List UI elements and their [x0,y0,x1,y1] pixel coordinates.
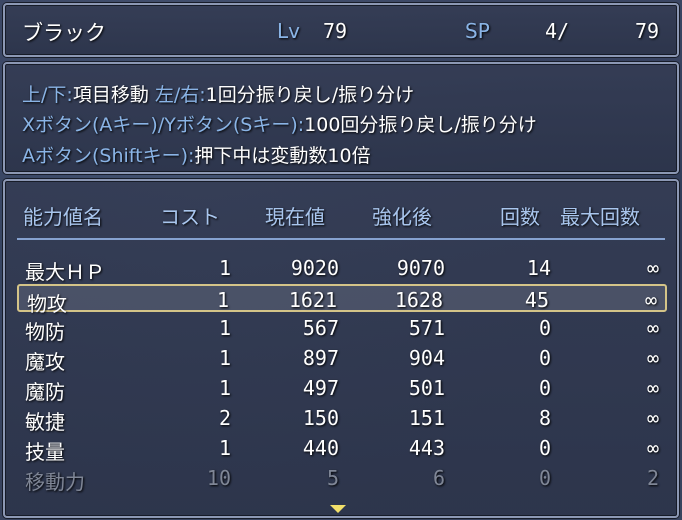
stat-max: ∞ [644,288,657,312]
stat-current: 567 [302,316,339,340]
stat-current: 440 [302,436,339,460]
stat-current: 150 [302,406,339,430]
sp-current: 4/ [545,19,570,43]
help-key-a: Aボタン(Shiftキー): [22,145,195,167]
stat-count: 0 [538,436,551,460]
stat-count: 45 [524,288,549,312]
help-line-2: Xボタン(Aキー)/Yボタン(Sキー):100回分振り戻し/振り分け [22,110,537,137]
stat-after: 443 [408,436,445,460]
help-line-3: Aボタン(Shiftキー):押下中は変動数10倍 [22,141,371,168]
stat-cost: 1 [218,436,231,460]
stat-after: 151 [408,406,445,430]
header-max-count: 最大回数 [560,205,640,229]
stat-count: 14 [526,256,551,280]
stat-cost: 1 [218,346,231,370]
stat-max: ∞ [646,436,659,460]
stat-after: 571 [408,316,445,340]
stat-cost: 1 [218,256,231,280]
stat-name: 魔攻 [25,350,65,374]
help-line-1: 上/下:項目移動 左/右:1回分振り戻し/振り分け [22,80,414,107]
stat-current: 897 [302,346,339,370]
stat-row[interactable]: 魔攻 1 897 904 0 ∞ [17,344,667,374]
stat-row[interactable]: 移動力 10 5 6 0 2 [17,464,667,494]
stat-row[interactable]: 物防 1 567 571 0 ∞ [17,314,667,344]
stat-count: 0 [538,316,551,340]
stat-after: 1628 [394,288,443,312]
level-value: 79 [323,19,348,43]
header-after: 強化後 [372,205,432,229]
stat-current: 1621 [288,288,337,312]
stat-after: 501 [408,376,445,400]
stat-count: 0 [538,346,551,370]
stat-row[interactable]: 物攻 1 1621 1628 45 ∞ [17,284,667,316]
stat-max: ∞ [646,256,659,280]
level-label: Lv [277,19,300,43]
stat-cost: 1 [218,316,231,340]
stat-allocation-window: 能力値名 コスト 現在値 強化後 回数 最大回数 最大ＨＰ 1 9020 9070 14… [3,179,679,518]
help-text-hundred: 100回分振り戻し/振り分け [304,114,537,136]
stat-cost: 10 [206,466,231,490]
status-header-window: ブラック Lv 79 SP 4/ 79 [3,3,679,57]
help-text-move: 項目移動 [72,84,155,106]
sp-max: 79 [635,19,660,43]
stat-after: 904 [408,346,445,370]
stat-name: 物攻 [27,292,67,316]
header-current: 現在値 [265,205,325,229]
help-key-xy: Xボタン(Aキー)/Yボタン(Sキー): [22,114,305,136]
stat-max: ∞ [646,346,659,370]
stat-row[interactable]: 技量 1 440 443 0 ∞ [17,434,667,464]
help-text-single: 1回分振り戻し/振り分け [205,84,415,106]
stat-name: 最大ＨＰ [25,260,105,284]
stat-row[interactable]: 敏捷 2 150 151 8 ∞ [17,404,667,434]
stat-row[interactable]: 魔防 1 497 501 0 ∞ [17,374,667,404]
stat-cost: 1 [218,376,231,400]
header-count: 回数 [500,205,540,229]
stat-cost: 1 [216,288,229,312]
stat-row[interactable]: 最大ＨＰ 1 9020 9070 14 ∞ [17,254,667,284]
scroll-down-arrow-icon[interactable] [330,505,346,513]
stat-current: 497 [302,376,339,400]
stat-max: 2 [646,466,659,490]
stat-name: 技量 [25,440,65,464]
help-window: 上/下:項目移動 左/右:1回分振り戻し/振り分け Xボタン(Aキー)/Yボタン… [3,62,679,174]
header-cost: コスト [160,205,220,229]
stat-max: ∞ [646,406,659,430]
stat-name: 物防 [25,320,65,344]
stat-max: ∞ [646,376,659,400]
stat-name: 敏捷 [25,410,65,434]
stat-cost: 2 [218,406,231,430]
stat-count: 8 [538,406,551,430]
sp-label: SP [465,19,490,43]
stat-current: 5 [326,466,339,490]
header-stat-name: 能力値名 [23,205,103,229]
stat-after: 9070 [396,256,445,280]
help-key-updown: 上/下: [22,84,73,106]
character-name: ブラック [22,21,106,45]
stat-after: 6 [432,466,445,490]
help-text-multiplier: 押下中は変動数10倍 [194,145,371,167]
stat-name: 移動力 [25,470,85,494]
stat-name: 魔防 [25,380,65,404]
help-key-leftright: 左/右: [154,84,206,106]
stat-count: 0 [538,466,551,490]
stat-count: 0 [538,376,551,400]
header-divider [17,238,665,240]
stat-current: 9020 [290,256,339,280]
stat-max: ∞ [646,316,659,340]
